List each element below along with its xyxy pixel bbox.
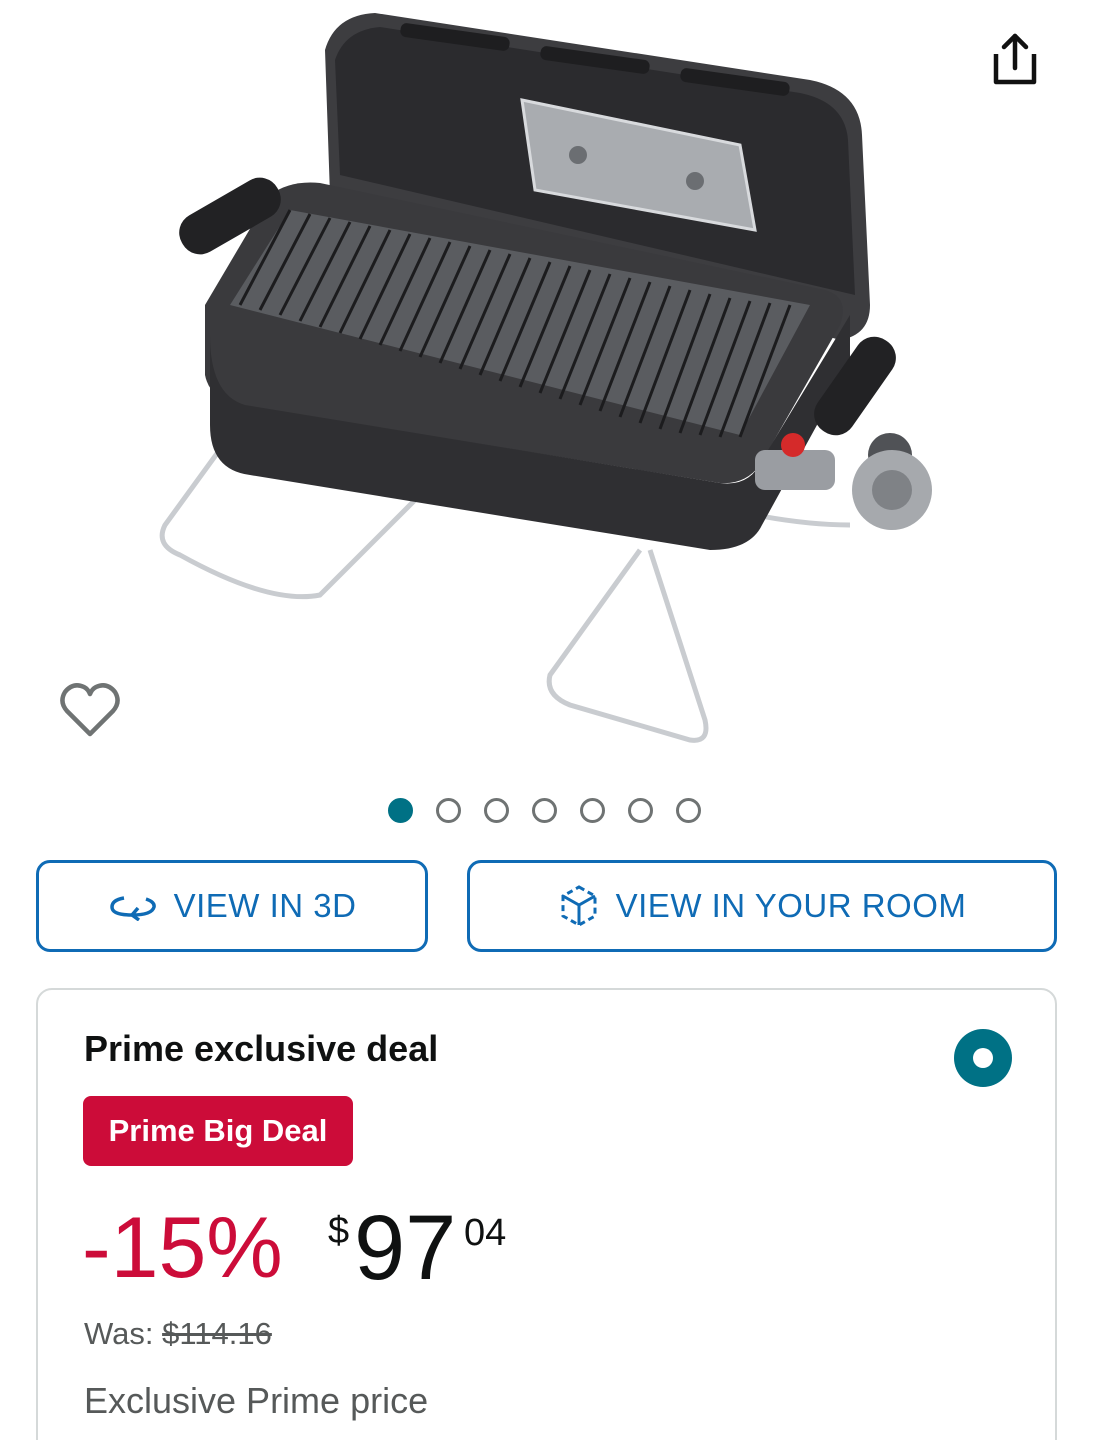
discount-percent: -15% bbox=[82, 1200, 283, 1296]
share-icon bbox=[993, 33, 1037, 85]
price-fraction: 04 bbox=[464, 1212, 507, 1254]
deal-radio-selected[interactable] bbox=[954, 1029, 1012, 1087]
carousel-dot-6[interactable] bbox=[628, 797, 653, 823]
was-label: Was: bbox=[84, 1316, 154, 1351]
carousel-dot-5[interactable] bbox=[580, 797, 605, 823]
image-carousel-indicator[interactable] bbox=[388, 797, 701, 823]
heart-icon bbox=[60, 683, 120, 737]
carousel-dot-4[interactable] bbox=[532, 797, 557, 823]
view-in-your-room-label: VIEW IN YOUR ROOM bbox=[615, 887, 967, 924]
product-image[interactable] bbox=[150, 5, 950, 750]
carousel-dot-1[interactable] bbox=[388, 797, 413, 823]
carousel-dot-3[interactable] bbox=[484, 797, 509, 823]
carousel-dot-7[interactable] bbox=[676, 797, 701, 823]
price-currency: $ bbox=[328, 1210, 350, 1252]
wishlist-button[interactable] bbox=[58, 678, 122, 742]
deal-option-card[interactable]: Prime exclusive deal Prime Big Deal -15%… bbox=[36, 988, 1057, 1440]
carousel-dot-2[interactable] bbox=[436, 797, 461, 823]
deal-title: Prime exclusive deal bbox=[84, 1028, 439, 1069]
was-price: $114.16 bbox=[162, 1316, 272, 1351]
view-in-3d-button[interactable]: VIEW IN 3D bbox=[36, 860, 428, 952]
exclusive-price-note: Exclusive Prime price bbox=[84, 1380, 429, 1421]
rotate-3d-icon bbox=[109, 896, 156, 921]
view-in-3d-label: VIEW IN 3D bbox=[173, 887, 357, 924]
grill-illustration bbox=[159, 13, 932, 743]
radio-dot-icon bbox=[973, 1048, 993, 1068]
share-button[interactable] bbox=[988, 30, 1042, 88]
price-whole: 97 bbox=[354, 1197, 457, 1299]
deal-badge: Prime Big Deal bbox=[83, 1096, 353, 1166]
ar-cube-icon bbox=[561, 885, 597, 927]
was-price-line: Was: $114.16 bbox=[84, 1316, 272, 1352]
view-in-your-room-button[interactable]: VIEW IN YOUR ROOM bbox=[467, 860, 1057, 952]
